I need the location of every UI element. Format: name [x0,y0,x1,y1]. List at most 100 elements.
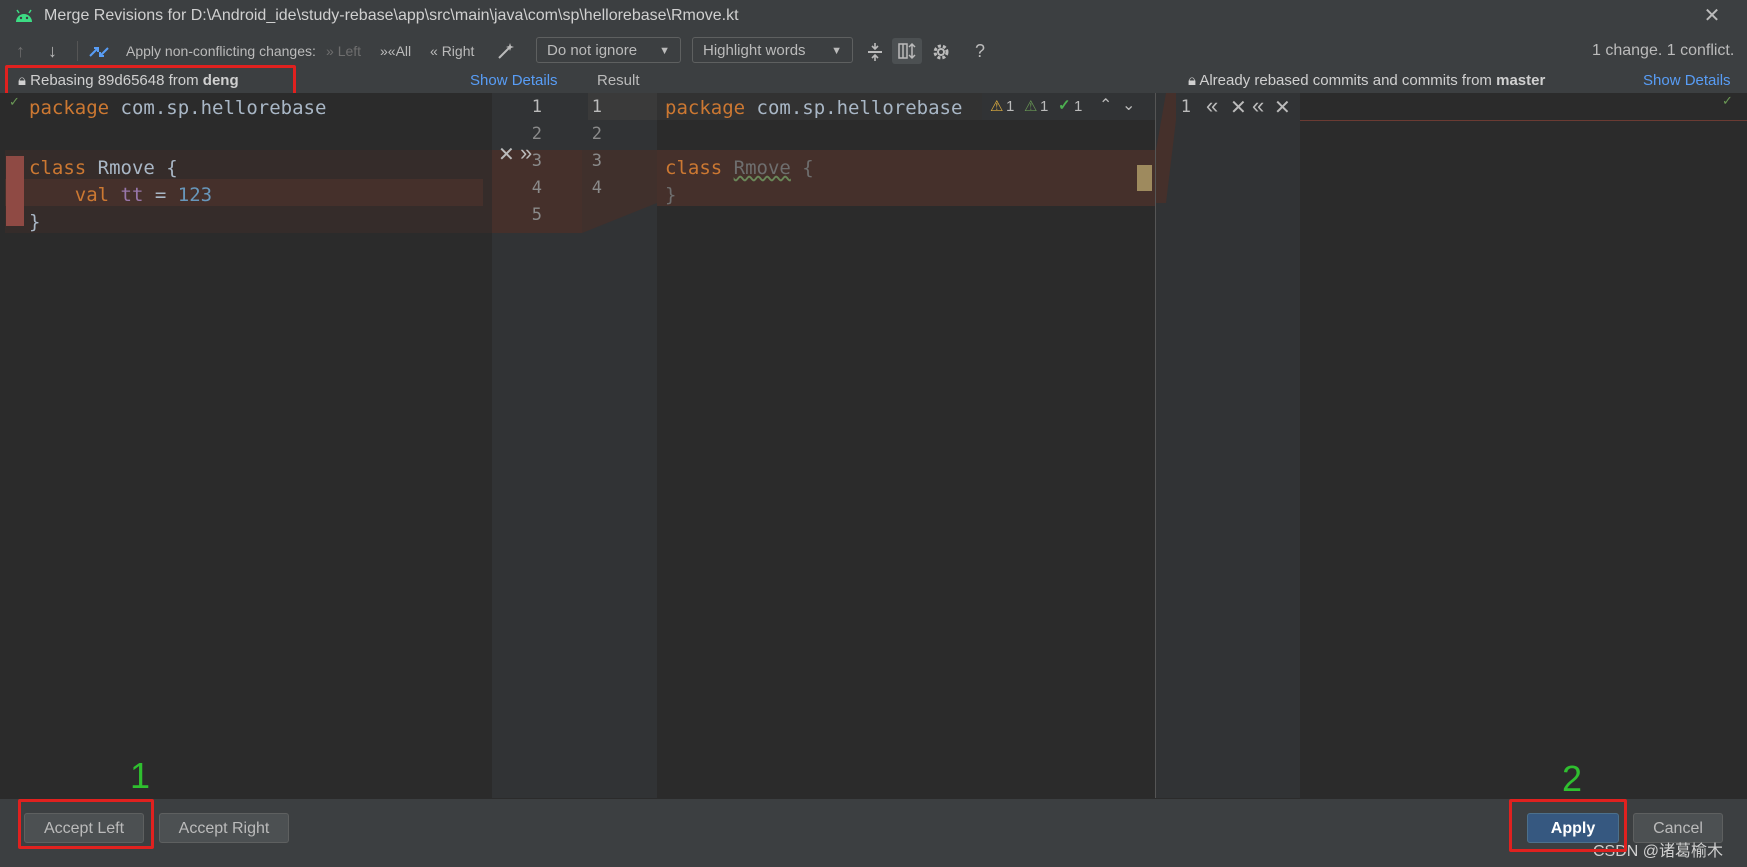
apply-all-label: All [395,43,412,59]
ignore-right-x-icon[interactable]: ✕ [1230,95,1247,120]
apply-right-label: Right [441,43,475,59]
title-bar: Merge Revisions for D:\Android_ide\study… [0,0,1747,33]
code-text: Rmove { [86,157,178,179]
warning-icon: ⚠ [990,98,1004,115]
right-editor[interactable]: ✓ [1300,93,1747,798]
left-editor[interactable]: ✓ package com.sp.hellorebase class Rmove… [5,93,493,798]
chevron-up-icon[interactable]: ⌃ [1099,95,1112,115]
gear-icon[interactable] [931,42,951,62]
check-icon: ✓ [1722,93,1733,108]
result-label: Result [597,72,640,89]
left-code-line-5: } [29,211,41,233]
toolbar: ↑ ↓ Apply non-conflicting changes: » Lef… [0,33,1747,69]
result-code-line-4: } [665,184,677,206]
check-icon: ✓ [9,94,20,109]
right-branch-name: master [1496,72,1546,89]
left-line-number: 2 [531,124,542,144]
apply-all-button[interactable]: »«All [380,38,411,64]
code-number: 123 [177,184,213,206]
result-code-line-3: class Rmove { [665,153,814,183]
magic-wand-icon[interactable] [496,42,516,60]
warning-count: 1 [1006,98,1015,115]
apply-right-button[interactable]: « Right [430,38,474,64]
annotation-number-2: 2 [1562,758,1583,799]
code-text: com.sp.hellorebase [109,97,327,119]
previous-difference-icon[interactable]: ↑ [16,38,25,64]
right-line-number: 1 [1180,97,1191,117]
annotation-box-accept-left [18,799,154,849]
annotation-number-1: 1 [130,755,151,796]
inspection-widget[interactable]: ⚠ 1 ⚠ 1 ✓ 1 ⌃ ⌄ [982,93,1155,120]
double-chevron-right-icon: » [326,43,334,59]
right-show-details-link[interactable]: Show Details [1643,72,1731,89]
android-icon [16,9,32,22]
result-right-gutter: 1 « ✕ « ✕ [1155,93,1302,798]
typo-count: 1 [1074,98,1083,115]
next-difference-icon[interactable]: ↓ [48,38,57,64]
dropdown-arrow-icon: ▼ [659,45,670,57]
result-line-number: 1 [591,97,602,117]
error-stripe-marker[interactable] [1137,165,1152,191]
window-title: Merge Revisions for D:\Android_ide\study… [44,7,739,24]
sync-scroll-icon [898,42,916,60]
weak-warning-count: 1 [1040,98,1049,115]
close-icon[interactable]: ✕ [1700,4,1724,28]
left-result-gutter: ✕ » 1 2 3 4 5 1 2 3 4 [492,93,658,798]
result-line-number: 2 [591,124,602,144]
left-line-number: 1 [531,97,542,117]
left-line-number: 3 [531,151,542,171]
highlight-dropdown-value: Highlight words [703,42,806,59]
left-line-number: 4 [531,178,542,198]
help-button[interactable]: ? [975,38,985,64]
all-arrows-icon: »« [380,43,396,59]
left-show-details-link[interactable]: Show Details [470,72,558,89]
code-text: com.sp.hellorebase [745,97,963,119]
left-line-number: 5 [531,205,542,225]
collapse-unchanged-icon[interactable] [866,42,884,62]
right-revision-info: 🔒︎ Already rebased commits and commits f… [1188,72,1545,89]
apply-left-label: Left [337,43,362,59]
accept-right-chevron-icon[interactable]: « [1206,93,1218,119]
right-revision-prefix: Already rebased commits and commits from [1199,72,1492,89]
annotation-box-apply [1509,799,1627,852]
result-line-number: 4 [591,178,602,198]
left-code-line-3: class Rmove { [29,153,178,183]
toolbar-separator [77,41,78,61]
code-keyword: class [665,157,723,179]
result-editor[interactable]: package com.sp.hellorebase class Rmove {… [657,93,1155,798]
left-code-line-1: package com.sp.hellorebase [29,93,326,123]
double-chevron-left-icon: « [430,43,438,59]
code-property: tt [109,184,144,206]
code-keyword: package [29,97,110,119]
chevron-down-icon[interactable]: ⌄ [1122,95,1135,115]
result-line-number: 3 [591,151,602,171]
apply-non-conflicting-label: Apply non-conflicting changes: [126,43,316,59]
accept-right-button[interactable]: Accept Right [159,813,289,843]
weak-warning-icon: ⚠ [1024,98,1038,115]
code-text: { [790,157,814,179]
ignore-whitespace-dropdown[interactable]: Do not ignore ▼ [536,37,681,63]
bottom-bar: Accept Left Accept Right Apply Cancel CS… [0,798,1747,867]
conflict-gutter-marker [6,156,24,226]
info-bar: 🔒︎ Rebasing 89d65648 from deng Show Deta… [0,65,1747,97]
sync-scroll-toggle[interactable] [892,38,922,64]
code-operator: = [143,184,178,206]
ignore-right-all-x-icon[interactable]: ✕ [1274,95,1291,120]
accept-right-all-chevron-icon[interactable]: « [1252,93,1264,119]
dropdown-arrow-icon: ▼ [831,45,842,57]
result-code-line-1: package com.sp.hellorebase [665,93,962,123]
code-class-name: Rmove [733,157,791,179]
apply-left-button[interactable]: » Left [326,38,361,64]
ignore-dropdown-value: Do not ignore [547,42,638,59]
code-keyword: val [74,184,110,206]
code-keyword: class [29,157,87,179]
conflict-divider-line [1300,120,1747,121]
highlight-mode-dropdown[interactable]: Highlight words ▼ [692,37,853,63]
code-keyword: package [665,97,746,119]
left-code-line-4: val tt = 123 [29,180,212,210]
merge-arrows-icon[interactable] [88,42,110,62]
typo-check-icon: ✓ [1058,97,1071,114]
lock-icon: 🔒︎ [1188,72,1196,89]
conflict-status: 1 change. 1 conflict. [1592,42,1735,59]
